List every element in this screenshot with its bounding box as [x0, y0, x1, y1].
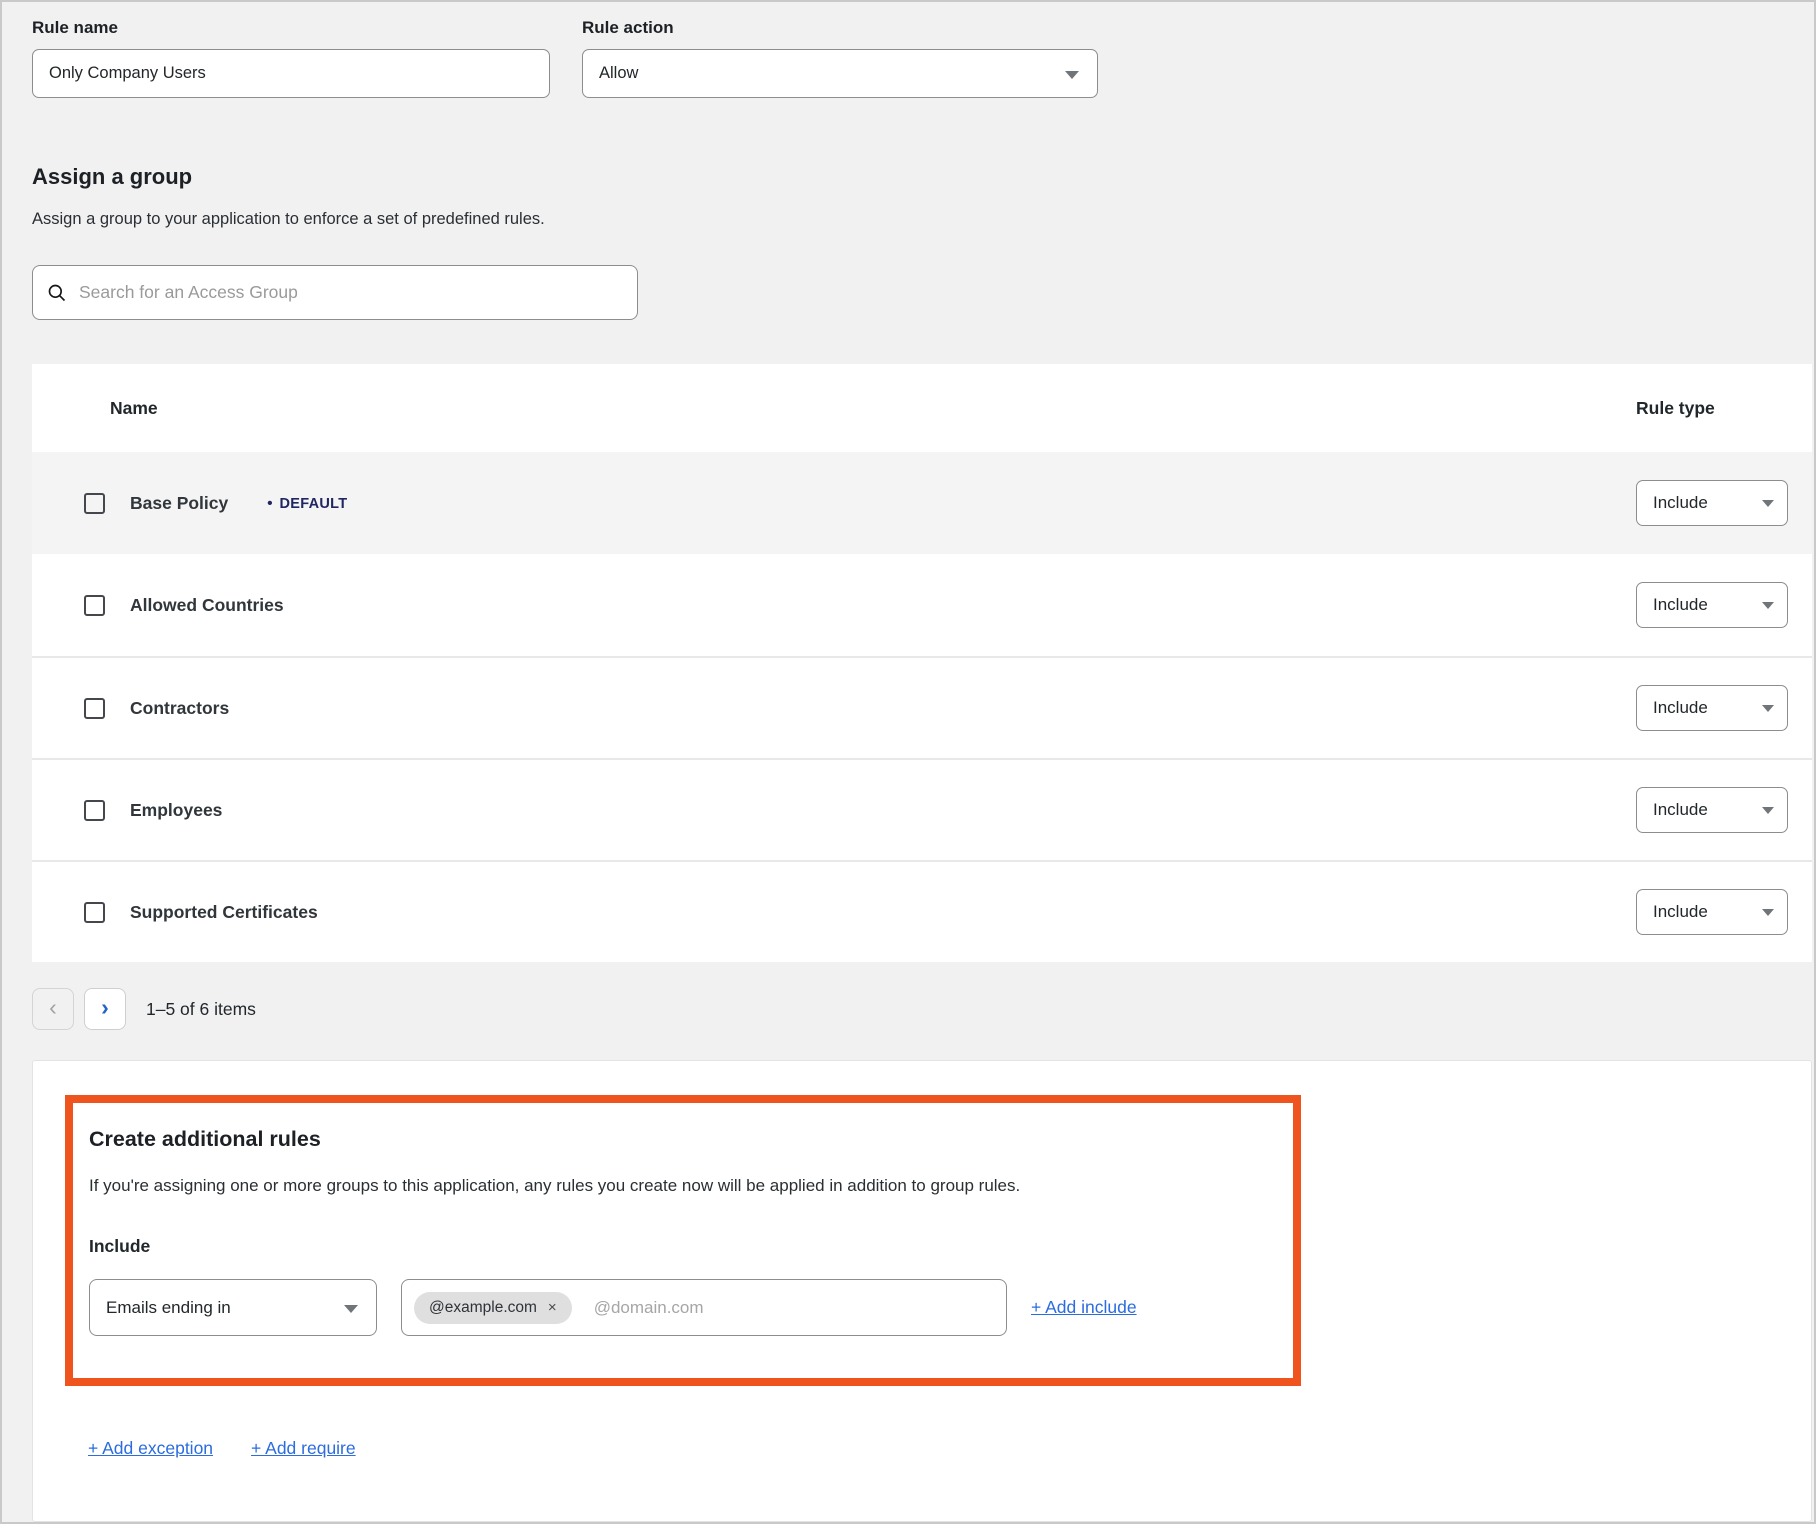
row-checkbox[interactable]	[84, 800, 105, 821]
add-exception-link[interactable]: + Add exception	[88, 1438, 213, 1459]
pagination: ‹ › 1–5 of 6 items	[32, 988, 1814, 1030]
selector-type-value: Emails ending in	[106, 1298, 231, 1318]
chevron-left-icon: ‹	[49, 996, 57, 1019]
rule-fields-row: Rule name Rule action Allow	[32, 18, 1814, 98]
chevron-down-icon	[1762, 705, 1774, 712]
row-checkbox[interactable]	[84, 595, 105, 616]
search-input[interactable]	[79, 282, 623, 303]
row-name: Supported Certificates	[130, 902, 318, 923]
rule-type-value: Include	[1653, 800, 1708, 820]
rule-type-value: Include	[1653, 698, 1708, 718]
selector-type-select[interactable]: Emails ending in	[89, 1279, 377, 1336]
assign-group-description: Assign a group to your application to en…	[32, 210, 1814, 229]
rule-links-row: + Add exception + Add require	[88, 1438, 1811, 1459]
row-name: Contractors	[130, 698, 229, 719]
include-rule-builder: Emails ending in @example.com × + Add in…	[89, 1279, 1269, 1336]
bullet-icon: •	[267, 495, 272, 512]
email-tag: @example.com ×	[414, 1292, 572, 1324]
rule-type-select[interactable]: Include	[1636, 889, 1788, 935]
rule-name-label: Rule name	[32, 18, 550, 38]
chevron-down-icon	[344, 1305, 358, 1313]
table-header: Name Rule type	[32, 364, 1812, 452]
assign-group-title: Assign a group	[32, 164, 1814, 190]
default-badge-label: DEFAULT	[280, 496, 348, 512]
chevron-down-icon	[1065, 71, 1079, 79]
create-additional-rules-title: Create additional rules	[89, 1127, 1269, 1152]
access-policy-page: Rule name Rule action Allow Assign a gro…	[0, 0, 1816, 1524]
rule-action-label: Rule action	[582, 18, 1098, 38]
highlighted-rules-box: Create additional rules If you're assign…	[65, 1095, 1301, 1386]
row-checkbox[interactable]	[84, 698, 105, 719]
rule-type-value: Include	[1653, 493, 1708, 513]
table-row-allowed-countries: Allowed Countries Include	[32, 554, 1812, 656]
rule-action-field: Rule action Allow	[582, 18, 1098, 98]
table-row-base-policy: Base Policy • DEFAULT Include	[32, 452, 1812, 554]
pagination-status: 1–5 of 6 items	[146, 999, 256, 1020]
rule-type-select[interactable]: Include	[1636, 685, 1788, 731]
previous-page-button[interactable]: ‹	[32, 988, 74, 1030]
email-tag-label: @example.com	[429, 1299, 537, 1317]
remove-tag-icon[interactable]: ×	[548, 1300, 557, 1315]
access-groups-table: Name Rule type Base Policy • DEFAULT Inc…	[32, 364, 1812, 962]
email-input[interactable]	[594, 1298, 996, 1318]
search-icon	[47, 283, 67, 303]
chevron-down-icon	[1762, 602, 1774, 609]
chevron-right-icon: ›	[101, 996, 109, 1019]
rule-name-field: Rule name	[32, 18, 550, 98]
chevron-down-icon	[1762, 807, 1774, 814]
rule-name-input[interactable]	[32, 49, 550, 98]
column-header-rule-type: Rule type	[1636, 398, 1812, 419]
next-page-button[interactable]: ›	[84, 988, 126, 1030]
row-checkbox[interactable]	[84, 493, 105, 514]
rule-type-value: Include	[1653, 902, 1708, 922]
email-values-input-box[interactable]: @example.com ×	[401, 1279, 1007, 1336]
chevron-down-icon	[1762, 909, 1774, 916]
access-group-search[interactable]	[32, 265, 638, 320]
row-name: Base Policy	[130, 493, 228, 514]
row-name: Employees	[130, 800, 222, 821]
add-require-link[interactable]: + Add require	[251, 1438, 356, 1459]
rule-action-select[interactable]: Allow	[582, 49, 1098, 98]
table-row-supported-certificates: Supported Certificates Include	[32, 860, 1812, 962]
create-additional-rules-description: If you're assigning one or more groups t…	[89, 1176, 1269, 1196]
create-rules-card: Create additional rules If you're assign…	[32, 1060, 1812, 1522]
rule-action-value: Allow	[599, 64, 638, 83]
chevron-down-icon	[1762, 500, 1774, 507]
rule-type-select[interactable]: Include	[1636, 582, 1788, 628]
table-row-employees: Employees Include	[32, 758, 1812, 860]
rule-type-select[interactable]: Include	[1636, 480, 1788, 526]
rule-type-select[interactable]: Include	[1636, 787, 1788, 833]
add-include-link[interactable]: + Add include	[1031, 1297, 1137, 1318]
row-name: Allowed Countries	[130, 595, 284, 616]
include-label: Include	[89, 1236, 1269, 1257]
rule-type-value: Include	[1653, 595, 1708, 615]
column-header-name: Name	[32, 398, 158, 419]
default-badge: • DEFAULT	[267, 495, 347, 512]
table-row-contractors: Contractors Include	[32, 656, 1812, 758]
row-checkbox[interactable]	[84, 902, 105, 923]
